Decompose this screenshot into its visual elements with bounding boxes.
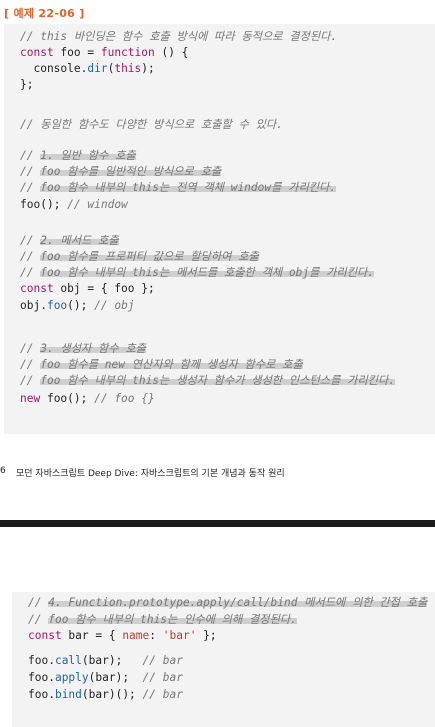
- code-token: ();: [40, 198, 68, 211]
- code-token: };: [20, 78, 34, 91]
- code-token: 'bar': [162, 629, 197, 642]
- code-token: };: [196, 629, 217, 642]
- code-line: // 1. 일반 함수 호출: [20, 149, 136, 163]
- code-token: (bar);: [88, 671, 143, 684]
- code-token: apply: [54, 671, 89, 684]
- code-token: foo.: [28, 671, 55, 684]
- code-token: const: [20, 282, 54, 295]
- code-token: foo =: [53, 46, 101, 59]
- code-token: //: [20, 165, 41, 178]
- code-token: ();: [67, 299, 95, 312]
- code-token: obj = { foo };: [53, 282, 155, 295]
- code-line: // 동일한 함수도 다양한 방식으로 호출할 수 있다.: [20, 118, 283, 132]
- code-token: 3. 생성자 함수 호출: [40, 342, 146, 355]
- code-token: :: [149, 629, 163, 642]
- code-token: (bar)();: [81, 688, 143, 701]
- code-token: foo 함수를 일반적인 방식으로 호출: [40, 165, 222, 178]
- code-token: // foo {}: [94, 392, 155, 405]
- code-line: // foo 함수 내부의 this는 생성자 함수가 생성한 인스턴스를 가리…: [20, 374, 396, 388]
- code-token: //: [28, 613, 49, 626]
- code-token: //: [20, 234, 41, 247]
- code-line: new foo(); // foo {}: [20, 392, 155, 406]
- code-token: //: [20, 250, 41, 263]
- code-token: //: [20, 266, 41, 279]
- code-line: foo(); // window: [20, 198, 128, 212]
- code-token: //: [20, 358, 41, 371]
- code-token: const: [28, 629, 62, 642]
- running-footer: 모던 자바스크립트 Deep Dive: 자바스크립트의 기본 개념과 동작 원…: [16, 469, 285, 479]
- code-token: function: [100, 46, 155, 59]
- code-token: //: [28, 596, 49, 609]
- code-line: const bar = { name: 'bar' };: [28, 629, 217, 643]
- code-line: // foo 함수를 new 연산자와 함께 생성자 함수로 호출: [20, 358, 303, 372]
- code-line: // foo 함수 내부의 this는 메서드를 호출한 객체 obj를 가리킨…: [20, 266, 375, 280]
- code-token: 4. Function.prototype.apply/call/bind 메서…: [48, 596, 428, 609]
- code-line: // foo 함수를 프로퍼티 값으로 할당하여 호출: [20, 250, 259, 264]
- code-token: call: [54, 654, 82, 667]
- code-line: // this 바인딩은 함수 호출 방식에 따라 동적으로 결정된다.: [20, 30, 337, 44]
- code-line: const obj = { foo };: [20, 282, 155, 296]
- code-token: 1. 일반 함수 호출: [40, 149, 136, 162]
- code-token: // bar: [142, 688, 183, 701]
- code-token: console.: [20, 62, 88, 75]
- code-line: // foo 함수 내부의 this는 인수에 의해 결정된다.: [28, 613, 297, 627]
- code-line: // 3. 생성자 함수 호출: [20, 342, 146, 356]
- code-line: // 2. 메서드 호출: [20, 234, 119, 248]
- code-line: foo.call(bar); // bar: [28, 654, 183, 668]
- code-token: () {: [154, 46, 189, 59]
- code-line: foo.bind(bar)(); // bar: [28, 688, 183, 702]
- code-token: // bar: [142, 671, 183, 684]
- page-number: 6: [0, 466, 6, 476]
- code-token: // window: [67, 198, 128, 211]
- code-token: );: [141, 62, 155, 75]
- code-token: //: [20, 342, 41, 355]
- example-label: [ 예제 22-06 ]: [4, 7, 85, 20]
- page-top: [ 예제 22-06 ] // this 바인딩은 함수 호출 방식에 따라 동…: [0, 0, 435, 520]
- code-token: this: [114, 62, 142, 75]
- code-block-2: // 4. Function.prototype.apply/call/bind…: [12, 592, 435, 727]
- code-token: bar = {: [61, 629, 123, 642]
- code-token: new: [20, 392, 41, 405]
- code-token: foo 함수 내부의 this는 메서드를 호출한 객체 obj를 가리킨다.: [40, 266, 375, 279]
- code-token: foo 함수 내부의 this는 인수에 의해 결정된다.: [48, 613, 297, 626]
- code-block-1: // this 바인딩은 함수 호출 방식에 따라 동적으로 결정된다. cons…: [4, 24, 435, 434]
- code-token: 2. 메서드 호출: [40, 234, 119, 247]
- code-token: foo: [20, 198, 41, 211]
- code-token: foo();: [40, 392, 95, 405]
- code-token: foo.: [28, 688, 55, 701]
- code-token: foo 함수를 new 연산자와 함께 생성자 함수로 호출: [40, 358, 303, 371]
- code-token: // bar: [142, 654, 183, 667]
- code-token: // obj: [94, 299, 135, 312]
- code-token: foo.: [28, 654, 55, 667]
- code-line: foo.apply(bar); // bar: [28, 671, 183, 685]
- code-token: // 동일한 함수도 다양한 방식으로 호출할 수 있다.: [20, 118, 283, 131]
- code-token: foo 함수 내부의 this는 생성자 함수가 생성한 인스턴스를 가리킨다.: [40, 374, 396, 387]
- code-token: (bar);: [81, 654, 143, 667]
- code-token: foo 함수를 프로퍼티 값으로 할당하여 호출: [40, 250, 259, 263]
- code-line: };: [20, 78, 33, 92]
- page-divider: [0, 520, 435, 527]
- code-token: dir: [87, 62, 108, 75]
- code-token: const: [20, 46, 54, 59]
- code-token: //: [20, 374, 41, 387]
- code-line: obj.foo(); // obj: [20, 299, 135, 313]
- code-line: // foo 함수 내부의 this는 전역 객체 window를 가리킨다.: [20, 181, 337, 195]
- code-token: name: [122, 629, 150, 642]
- code-token: obj.: [20, 299, 47, 312]
- code-token: // this 바인딩은 함수 호출 방식에 따라 동적으로 결정된다.: [20, 30, 338, 43]
- code-token: //: [20, 181, 41, 194]
- code-token: foo: [46, 299, 68, 312]
- code-line: console.dir(this);: [20, 62, 155, 76]
- code-line: const foo = function () {: [20, 46, 188, 60]
- code-line: // 4. Function.prototype.apply/call/bind…: [28, 596, 428, 610]
- code-line: // foo 함수를 일반적인 방식으로 호출: [20, 165, 222, 179]
- code-token: //: [20, 149, 41, 162]
- code-token: bind: [54, 688, 82, 701]
- code-token: foo 함수 내부의 this는 전역 객체 window를 가리킨다.: [40, 181, 337, 194]
